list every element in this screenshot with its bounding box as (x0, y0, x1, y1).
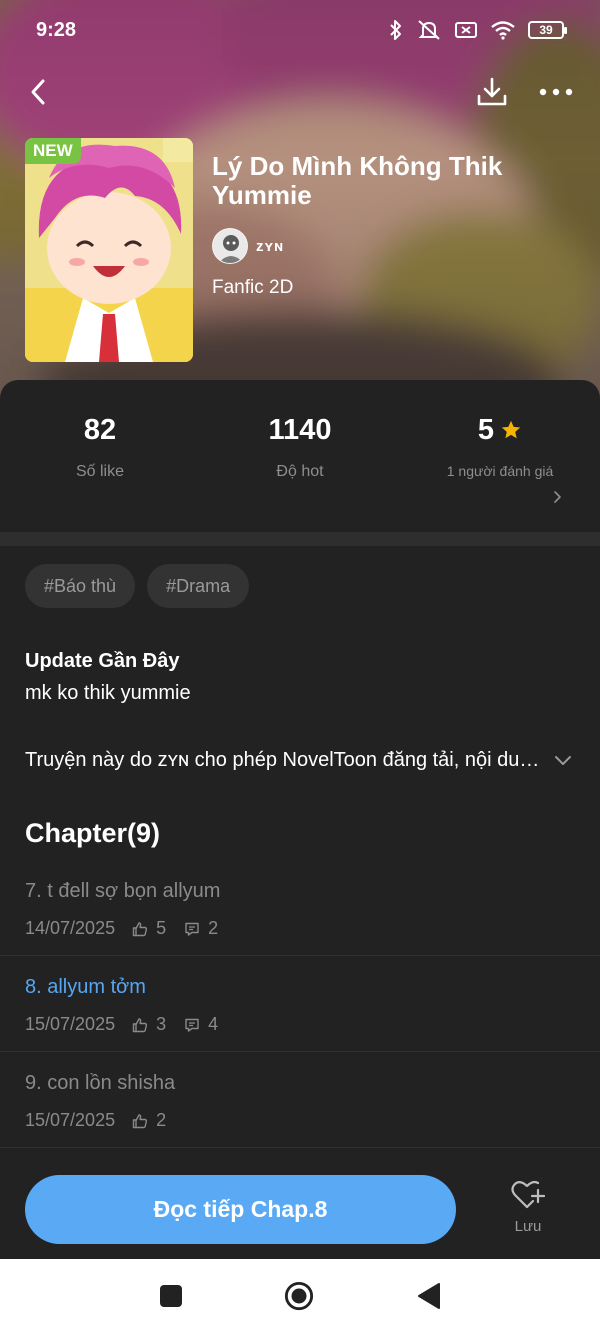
chapter-likes: 2 (132, 1110, 166, 1131)
square-icon (160, 1285, 182, 1307)
chapter-date: 15/07/2025 (25, 1014, 116, 1034)
tag-list: #Báo thù #Drama (25, 564, 250, 608)
rating-value-row: 5 (400, 410, 600, 450)
author-name: ᴢʏɴ (256, 237, 285, 255)
system-navigation-bar (0, 1259, 600, 1333)
more-dots-icon (539, 88, 573, 96)
notice-text: Truyện này do ᴢʏɴ cho phép NovelToon đăn… (25, 748, 540, 771)
book-cover[interactable]: NEW (25, 138, 193, 362)
status-icons: 39 (388, 19, 567, 41)
update-text: mk ko thik yummie (25, 682, 191, 704)
stat-rating[interactable]: 5 1 người đánh giá (400, 410, 600, 503)
detail-panel: 82 Số like 1140 Độ hot 5 1 người đánh gi… (0, 380, 600, 1280)
chevron-down-icon (555, 756, 571, 765)
genre-label: Fanfic 2D (212, 277, 294, 298)
tag-chip[interactable]: #Drama (147, 564, 250, 608)
stat-hot: 1140 Độ hot (200, 410, 400, 481)
more-options-button[interactable] (536, 74, 576, 110)
chapter-likes-count: 5 (156, 918, 167, 938)
top-nav (0, 66, 600, 118)
bottom-action-bar: Đọc tiếp Chap.8 Lưu (0, 1158, 600, 1258)
no-sim-icon (454, 20, 478, 40)
back-nav-button[interactable] (414, 1281, 444, 1311)
book-title: Lý Do Mình Không Thik Yummie (212, 151, 503, 210)
rating-label: 1 người đánh giá (446, 463, 554, 479)
comment-icon (185, 922, 199, 936)
chapter-comments: 4 (184, 1014, 218, 1035)
status-time: 9:28 (36, 18, 77, 41)
chevron-right-icon (554, 491, 561, 503)
chapter-meta: 15/07/2025 3 4 (25, 1014, 236, 1035)
chapter-likes: 5 (132, 918, 166, 939)
recent-apps-button[interactable] (156, 1281, 186, 1311)
chapter-title: 8. allyum tởm (25, 976, 146, 998)
bluetooth-icon (388, 19, 404, 41)
rating-value: 5 (477, 413, 495, 446)
chapter-title: 7. t đell sợ bọn allyum (25, 880, 221, 902)
chapter-item-current[interactable]: 8. allyum tởm 15/07/2025 3 4 (0, 956, 600, 1052)
copyright-notice[interactable]: Truyện này do ᴢʏɴ cho phép NovelToon đăn… (25, 745, 580, 775)
chapters-heading: Chapter(9) (25, 818, 161, 848)
back-arrow-icon (31, 79, 45, 105)
save-to-library-button[interactable]: Lưu (496, 1180, 560, 1246)
chapter-date: 15/07/2025 (25, 1110, 116, 1130)
cover-illustration (25, 138, 193, 362)
wifi-icon (490, 20, 516, 40)
likes-label: Số like (75, 463, 125, 480)
chapter-comments: 2 (184, 918, 218, 939)
star-icon (501, 420, 521, 439)
circle-home-icon (284, 1281, 314, 1311)
hero-header: 9:28 39 NEW Lý Do Mình Không Thik Yummie… (0, 0, 600, 400)
section-divider (0, 532, 600, 546)
update-heading: Update Gần Đây (25, 650, 180, 672)
thumbs-up-icon (132, 1113, 148, 1128)
hot-value: 1140 (268, 413, 332, 446)
status-bar: 9:28 39 (0, 0, 600, 60)
back-button[interactable] (20, 74, 56, 110)
chapter-comments-count: 4 (208, 1014, 219, 1034)
download-button[interactable] (474, 74, 510, 110)
author-avatar (212, 228, 248, 264)
hot-label: Độ hot (276, 463, 324, 480)
thumbs-up-icon (132, 921, 148, 936)
battery-icon: 39 (528, 21, 567, 39)
chapter-likes-count: 2 (156, 1110, 167, 1130)
chapter-comments-count: 2 (208, 918, 219, 938)
home-button[interactable] (284, 1281, 314, 1311)
save-label: Lưu (514, 1218, 542, 1235)
chapter-likes: 3 (132, 1014, 166, 1035)
chapter-list: 7. t đell sợ bọn allyum 14/07/2025 5 2 8… (0, 860, 600, 1148)
chapter-meta: 14/07/2025 5 2 (25, 918, 236, 939)
chapter-date: 14/07/2025 (25, 918, 116, 938)
likes-value: 82 (83, 413, 117, 446)
new-badge: NEW (25, 138, 81, 164)
chapter-title: 9. con lồn shisha (25, 1072, 176, 1094)
chapter-item[interactable]: 7. t đell sợ bọn allyum 14/07/2025 5 2 (0, 860, 600, 956)
heart-plus-icon (511, 1180, 545, 1209)
stat-likes: 82 Số like (0, 410, 200, 481)
chapter-item[interactable]: 9. con lồn shisha 15/07/2025 2 (0, 1052, 600, 1148)
chapter-likes-count: 3 (156, 1014, 167, 1034)
triangle-back-icon (418, 1283, 440, 1309)
stats-row: 82 Số like 1140 Độ hot 5 1 người đánh gi… (0, 410, 600, 520)
download-icon (477, 77, 507, 106)
comment-icon (185, 1018, 199, 1032)
chapter-meta: 15/07/2025 2 (25, 1110, 184, 1131)
tag-chip[interactable]: #Báo thù (25, 564, 136, 608)
continue-reading-button[interactable]: Đọc tiếp Chap.8 (25, 1175, 456, 1244)
mute-vibrate-icon (416, 19, 442, 41)
author-row[interactable]: ᴢʏɴ (212, 228, 284, 264)
thumbs-up-icon (132, 1017, 148, 1032)
